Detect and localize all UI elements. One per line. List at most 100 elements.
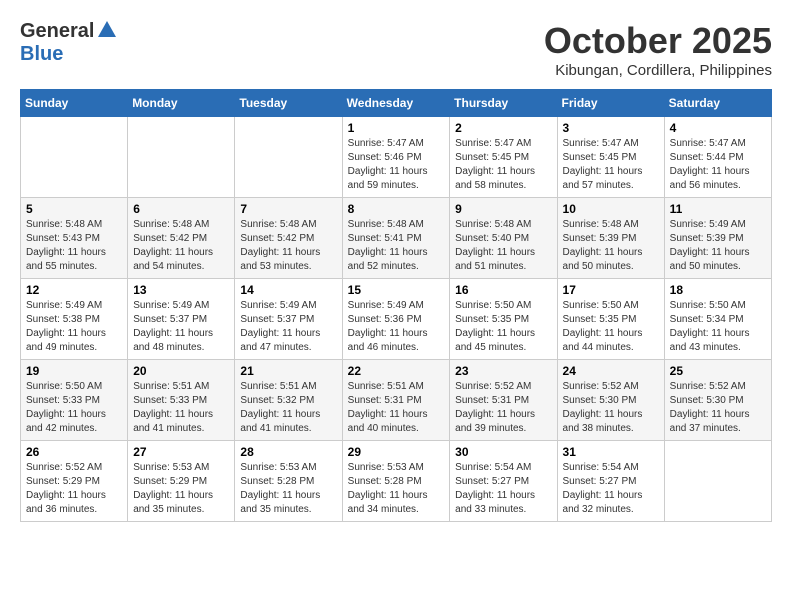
calendar-cell: 26 Sunrise: 5:52 AMSunset: 5:29 PMDayligh…: [21, 441, 128, 522]
calendar-cell: 10Sunrise: 5:48 AMSunset: 5:39 PMDayligh…: [557, 198, 664, 279]
day-number: 26: [26, 445, 122, 459]
day-number: 20: [133, 364, 229, 378]
calendar-cell: 19 Sunrise: 5:50 AMSunset: 5:33 PMDayligh…: [21, 360, 128, 441]
day-number: 14: [240, 283, 336, 297]
calendar-cell: 20 Sunrise: 5:51 AMSunset: 5:33 PMDayligh…: [128, 360, 235, 441]
day-number: 22: [348, 364, 445, 378]
calendar-cell: 16 Sunrise: 5:50 AMSunset: 5:35 PMDayligh…: [450, 279, 557, 360]
calendar-cell: 27 Sunrise: 5:53 AMSunset: 5:29 PMDayligh…: [128, 441, 235, 522]
calendar-cell: 5Sunrise: 5:48 AMSunset: 5:43 PMDaylight…: [21, 198, 128, 279]
day-info: Sunrise: 5:48 AMSunset: 5:42 PMDaylight:…: [240, 218, 336, 274]
day-info: Sunrise: 5:50 AMSunset: 5:34 PMDaylight:…: [670, 299, 766, 355]
day-info: Sunrise: 5:48 AMSunset: 5:42 PMDaylight:…: [133, 218, 229, 274]
day-info: Sunrise: 5:50 AMSunset: 5:35 PMDaylight:…: [455, 299, 551, 355]
calendar-week-row: 12Sunrise: 5:49 AMSunset: 5:38 PMDayligh…: [21, 279, 772, 360]
day-number: 29: [348, 445, 445, 459]
day-number: 8: [348, 202, 445, 216]
day-info: Sunrise: 5:49 AMSunset: 5:36 PMDaylight:…: [348, 299, 445, 355]
day-info: Sunrise: 5:54 AMSunset: 5:27 PMDaylight:…: [455, 461, 551, 517]
day-info: Sunrise: 5:47 AMSunset: 5:45 PMDaylight:…: [455, 137, 551, 193]
day-info: Sunrise: 5:47 AMSunset: 5:46 PMDaylight:…: [348, 137, 445, 193]
calendar-cell: 4 Sunrise: 5:47 AMSunset: 5:44 PMDaylight…: [664, 117, 771, 198]
calendar-cell: 23 Sunrise: 5:52 AMSunset: 5:31 PMDayligh…: [450, 360, 557, 441]
calendar-cell: [128, 117, 235, 198]
day-number: 7: [240, 202, 336, 216]
calendar-cell: 29 Sunrise: 5:53 AMSunset: 5:28 PMDayligh…: [342, 441, 450, 522]
calendar-cell: [235, 117, 342, 198]
calendar-body: 1Sunrise: 5:47 AMSunset: 5:46 PMDaylight…: [21, 117, 772, 522]
calendar-week-row: 19 Sunrise: 5:50 AMSunset: 5:33 PMDayligh…: [21, 360, 772, 441]
calendar-cell: 21Sunrise: 5:51 AMSunset: 5:32 PMDayligh…: [235, 360, 342, 441]
day-number: 17: [563, 283, 659, 297]
day-number: 13: [133, 283, 229, 297]
day-info: Sunrise: 5:52 AMSunset: 5:29 PMDaylight:…: [26, 461, 122, 517]
day-of-week-header: Monday: [128, 90, 235, 117]
day-number: 3: [563, 121, 659, 135]
logo-blue-text: Blue: [20, 43, 63, 65]
logo: General Blue: [20, 20, 116, 66]
calendar-cell: 22Sunrise: 5:51 AMSunset: 5:31 PMDayligh…: [342, 360, 450, 441]
calendar-week-row: 1Sunrise: 5:47 AMSunset: 5:46 PMDaylight…: [21, 117, 772, 198]
day-number: 25: [670, 364, 766, 378]
day-number: 28: [240, 445, 336, 459]
day-number: 15: [348, 283, 445, 297]
day-info: Sunrise: 5:47 AMSunset: 5:45 PMDaylight:…: [563, 137, 659, 193]
day-info: Sunrise: 5:49 AMSunset: 5:39 PMDaylight:…: [670, 218, 766, 274]
day-info: Sunrise: 5:47 AMSunset: 5:44 PMDaylight:…: [670, 137, 766, 193]
calendar-cell: 17 Sunrise: 5:50 AMSunset: 5:35 PMDayligh…: [557, 279, 664, 360]
day-of-week-header: Thursday: [450, 90, 557, 117]
day-number: 11: [670, 202, 766, 216]
day-number: 18: [670, 283, 766, 297]
calendar-cell: [21, 117, 128, 198]
day-number: 27: [133, 445, 229, 459]
location: Kibungan, Cordillera, Philippines: [544, 62, 772, 79]
calendar-header: SundayMondayTuesdayWednesdayThursdayFrid…: [21, 90, 772, 117]
day-number: 21: [240, 364, 336, 378]
day-number: 19: [26, 364, 122, 378]
title-block: October 2025 Kibungan, Cordillera, Phili…: [544, 20, 772, 79]
calendar-cell: 8 Sunrise: 5:48 AMSunset: 5:41 PMDaylight…: [342, 198, 450, 279]
calendar-cell: [664, 441, 771, 522]
calendar-cell: 9Sunrise: 5:48 AMSunset: 5:40 PMDaylight…: [450, 198, 557, 279]
day-of-week-header: Wednesday: [342, 90, 450, 117]
calendar-cell: 28 Sunrise: 5:53 AMSunset: 5:28 PMDayligh…: [235, 441, 342, 522]
day-of-week-header: Sunday: [21, 90, 128, 117]
calendar-cell: 24 Sunrise: 5:52 AMSunset: 5:30 PMDayligh…: [557, 360, 664, 441]
day-info: Sunrise: 5:49 AMSunset: 5:37 PMDaylight:…: [240, 299, 336, 355]
day-info: Sunrise: 5:50 AMSunset: 5:35 PMDaylight:…: [563, 299, 659, 355]
day-info: Sunrise: 5:48 AMSunset: 5:41 PMDaylight:…: [348, 218, 445, 274]
calendar-cell: 25 Sunrise: 5:52 AMSunset: 5:30 PMDayligh…: [664, 360, 771, 441]
day-info: Sunrise: 5:52 AMSunset: 5:30 PMDaylight:…: [563, 380, 659, 436]
day-info: Sunrise: 5:52 AMSunset: 5:31 PMDaylight:…: [455, 380, 551, 436]
day-number: 31: [563, 445, 659, 459]
header: General Blue October 2025 Kibungan, Cord…: [20, 20, 772, 79]
calendar-week-row: 26 Sunrise: 5:52 AMSunset: 5:29 PMDayligh…: [21, 441, 772, 522]
calendar-cell: 7 Sunrise: 5:48 AMSunset: 5:42 PMDaylight…: [235, 198, 342, 279]
day-info: Sunrise: 5:52 AMSunset: 5:30 PMDaylight:…: [670, 380, 766, 436]
calendar-cell: 6Sunrise: 5:48 AMSunset: 5:42 PMDaylight…: [128, 198, 235, 279]
calendar-cell: 2Sunrise: 5:47 AMSunset: 5:45 PMDaylight…: [450, 117, 557, 198]
day-info: Sunrise: 5:50 AMSunset: 5:33 PMDaylight:…: [26, 380, 122, 436]
calendar-cell: 30 Sunrise: 5:54 AMSunset: 5:27 PMDayligh…: [450, 441, 557, 522]
calendar-cell: 11 Sunrise: 5:49 AMSunset: 5:39 PMDayligh…: [664, 198, 771, 279]
calendar-cell: 12Sunrise: 5:49 AMSunset: 5:38 PMDayligh…: [21, 279, 128, 360]
calendar-cell: 18 Sunrise: 5:50 AMSunset: 5:34 PMDayligh…: [664, 279, 771, 360]
day-info: Sunrise: 5:53 AMSunset: 5:28 PMDaylight:…: [348, 461, 445, 517]
month-title: October 2025: [544, 20, 772, 62]
calendar: SundayMondayTuesdayWednesdayThursdayFrid…: [20, 89, 772, 522]
day-number: 23: [455, 364, 551, 378]
day-info: Sunrise: 5:53 AMSunset: 5:29 PMDaylight:…: [133, 461, 229, 517]
calendar-cell: 3 Sunrise: 5:47 AMSunset: 5:45 PMDaylight…: [557, 117, 664, 198]
day-number: 4: [670, 121, 766, 135]
calendar-cell: 31Sunrise: 5:54 AMSunset: 5:27 PMDayligh…: [557, 441, 664, 522]
calendar-week-row: 5Sunrise: 5:48 AMSunset: 5:43 PMDaylight…: [21, 198, 772, 279]
day-number: 24: [563, 364, 659, 378]
calendar-cell: 14 Sunrise: 5:49 AMSunset: 5:37 PMDayligh…: [235, 279, 342, 360]
day-of-week-header: Saturday: [664, 90, 771, 117]
day-info: Sunrise: 5:48 AMSunset: 5:43 PMDaylight:…: [26, 218, 122, 274]
day-info: Sunrise: 5:53 AMSunset: 5:28 PMDaylight:…: [240, 461, 336, 517]
day-info: Sunrise: 5:51 AMSunset: 5:33 PMDaylight:…: [133, 380, 229, 436]
header-row: SundayMondayTuesdayWednesdayThursdayFrid…: [21, 90, 772, 117]
day-number: 30: [455, 445, 551, 459]
day-number: 16: [455, 283, 551, 297]
